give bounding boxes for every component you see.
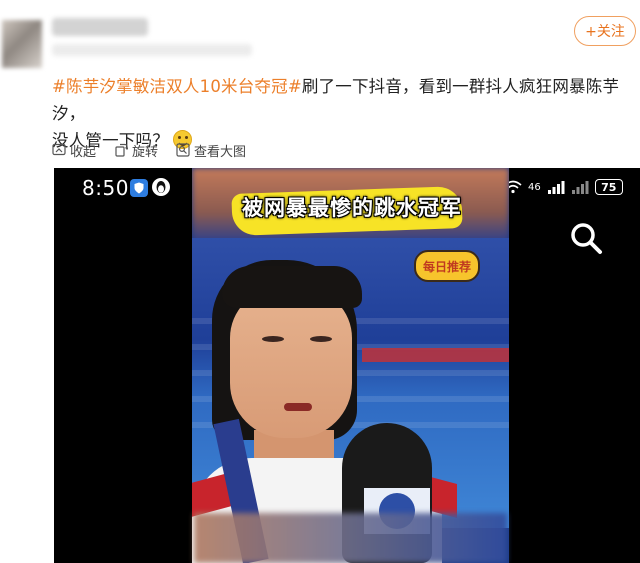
video-frame[interactable]: 被网暴最惨的跳水冠军 每日推荐 (192, 168, 509, 563)
collapse-label: 收起 (70, 144, 97, 160)
view-large-icon (176, 143, 190, 157)
post-header: +关注 (0, 0, 640, 70)
rotate-button[interactable]: 旋转 (114, 140, 158, 160)
avatar[interactable] (2, 20, 42, 68)
signal-icon (547, 181, 565, 194)
hashtag-link[interactable]: #陈芋汐掌敏洁双人10米台夺冠# (52, 77, 302, 96)
signal-icon-2 (571, 181, 589, 194)
video-bottom-strip (194, 513, 507, 563)
search-icon[interactable] (568, 220, 604, 256)
athlete-eye-right (310, 336, 332, 342)
image-toolbar: 收起 旋转 查看大图 (52, 140, 246, 160)
rotate-label: 旋转 (132, 144, 159, 160)
video-caption: 被网暴最惨的跳水冠军 (242, 196, 462, 220)
status-time: 8:50 (82, 176, 129, 200)
shield-app-icon (130, 179, 148, 197)
post-meta-blurred (52, 44, 252, 56)
network-type: 46 (528, 181, 541, 193)
battery-indicator: 75 (594, 179, 623, 195)
post-image[interactable]: 8:50 46 75 被网暴最惨的跳水冠军 每日推荐 (54, 168, 640, 563)
status-right-group: 46 75 (504, 176, 623, 198)
athlete-eye-left (262, 336, 284, 342)
view-large-label: 查看大图 (194, 144, 247, 160)
station-logo: 每日推荐 (414, 250, 480, 282)
view-large-button[interactable]: 查看大图 (176, 140, 246, 160)
athlete-mouth (284, 403, 312, 411)
red-stripe (362, 348, 509, 362)
username-blurred[interactable] (52, 18, 148, 36)
athlete-bangs (222, 266, 362, 308)
penguin-app-icon (152, 178, 170, 196)
collapse-button[interactable]: 收起 (52, 140, 96, 160)
rotate-icon (115, 143, 129, 157)
athlete-face (230, 288, 352, 438)
collapse-icon (52, 143, 66, 156)
follow-button[interactable]: +关注 (574, 16, 636, 46)
